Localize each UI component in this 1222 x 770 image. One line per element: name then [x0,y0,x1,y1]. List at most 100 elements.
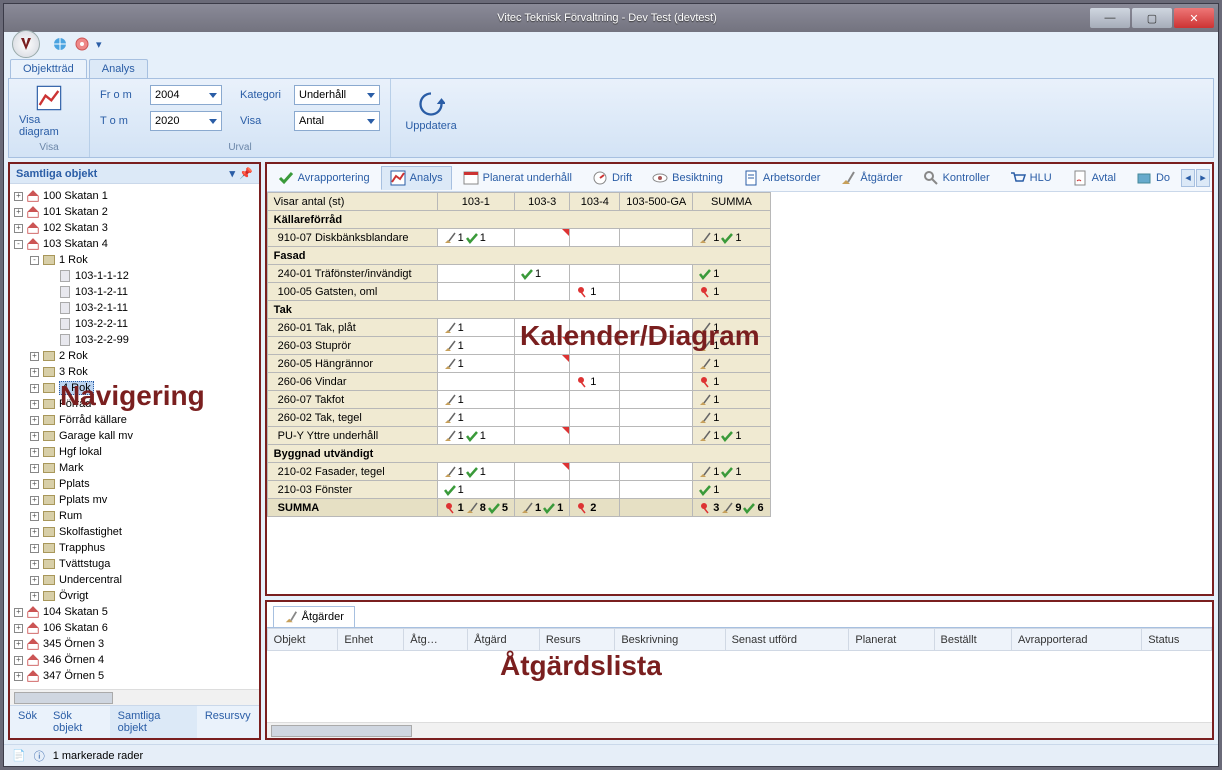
tab-dokument[interactable]: Do [1127,166,1179,190]
grid-cell[interactable] [515,355,570,373]
tab-samtliga[interactable]: Samtliga objekt [110,706,197,738]
analysis-grid[interactable]: Visar antal (st)103-1103-3103-4103-500-G… [267,192,771,517]
chevron-down-icon[interactable]: ▾ [229,167,235,180]
tab-hlu[interactable]: HLU [1001,166,1061,190]
grid-col-header[interactable]: 103-500-GA [620,193,693,211]
object-tree[interactable]: +100 Skatan 1+101 Skatan 2+102 Skatan 3-… [10,184,259,689]
tab-resursvy[interactable]: Resursvy [197,706,259,738]
grid-cell[interactable]: 1 [570,373,620,391]
grid-cell[interactable] [570,355,620,373]
grid-group-header[interactable]: Källareförråd [267,211,770,229]
horizontal-scrollbar[interactable] [10,689,259,705]
grid-cell[interactable] [570,481,620,499]
actions-scrollbar[interactable] [267,722,1212,738]
grid-cell[interactable] [515,373,570,391]
grid-cell[interactable] [570,427,620,445]
grid-row-label[interactable]: 210-02 Fasader, tegel [267,463,437,481]
grid-row-label[interactable]: 260-01 Tak, plåt [267,319,437,337]
maximize-button[interactable]: ▢ [1132,8,1172,28]
qat-dropdown-icon[interactable]: ▾ [96,38,102,51]
expander-icon[interactable]: + [30,592,39,601]
grid-row-label[interactable]: 260-03 Stuprör [267,337,437,355]
tab-drift[interactable]: Drift [583,166,641,190]
uppdatera-button[interactable]: Uppdatera [401,83,461,139]
tree-item[interactable]: +Mark [30,460,259,476]
tree-item[interactable]: +104 Skatan 5 [14,604,259,620]
grid-cell[interactable] [620,427,693,445]
grid-row-label[interactable]: 100-05 Gatsten, oml [267,283,437,301]
action-col-header[interactable]: Resurs [539,629,615,651]
scroll-left-button[interactable]: ◂ [1181,169,1195,187]
expander-icon[interactable]: - [14,240,23,249]
action-col-header[interactable]: Åtgärd [468,629,540,651]
tab-analys[interactable]: Analys [89,59,148,78]
expander-icon[interactable]: + [30,352,39,361]
pin-icon[interactable]: 📌 [239,167,253,180]
grid-cell[interactable]: 1 [437,409,514,427]
grid-cell[interactable] [620,355,693,373]
tree-item[interactable]: +Pplats mv [30,492,259,508]
expander-icon[interactable]: + [30,496,39,505]
expander-icon[interactable]: + [30,368,39,377]
tree-item[interactable]: 103-1-1-12 [46,268,259,284]
grid-cell[interactable]: 1 [693,481,770,499]
grid-cell[interactable] [570,319,620,337]
grid-cell[interactable] [515,283,570,301]
grid-cell[interactable] [515,337,570,355]
visa-diagram-button[interactable]: Visa diagram [19,83,79,139]
kategori-select[interactable]: Underhåll [294,85,380,105]
grid-cell[interactable] [620,319,693,337]
grid-cell[interactable]: 11 [693,427,770,445]
tab-avtal[interactable]: Avtal [1063,166,1125,190]
grid-cell[interactable] [620,373,693,391]
tree-item[interactable]: +4 Rok [30,380,259,396]
grid-cell[interactable] [515,229,570,247]
tree-item[interactable]: +Förråd [30,396,259,412]
grid-cell[interactable] [570,391,620,409]
tab-planerat[interactable]: Planerat underhåll [454,166,581,190]
grid-cell[interactable] [437,373,514,391]
grid-row-label[interactable]: 240-01 Träfönster/invändigt [267,265,437,283]
tree-item[interactable]: +Övrigt [30,588,259,604]
tree-item[interactable]: +346 Örnen 4 [14,652,259,668]
action-col-header[interactable]: Beskrivning [615,629,725,651]
expander-icon[interactable]: + [30,416,39,425]
expander-icon[interactable]: + [30,464,39,473]
grid-cell[interactable]: 11 [437,463,514,481]
tree-item[interactable]: +Förråd källare [30,412,259,428]
expander-icon[interactable]: + [30,400,39,409]
tree-item[interactable]: +100 Skatan 1 [14,188,259,204]
minimize-button[interactable]: — [1090,8,1130,28]
grid-cell[interactable] [570,409,620,427]
scroll-right-button[interactable]: ▸ [1196,169,1210,187]
tree-item[interactable]: 103-1-2-11 [46,284,259,300]
from-year-select[interactable]: 2004 [150,85,222,105]
expander-icon[interactable]: + [14,224,23,233]
expander-icon[interactable]: + [30,384,39,393]
tree-item[interactable]: +3 Rok [30,364,259,380]
tree-item[interactable]: +102 Skatan 3 [14,220,259,236]
grid-cell[interactable] [620,265,693,283]
grid-cell[interactable]: 1 [437,481,514,499]
visa-select[interactable]: Antal [294,111,380,131]
tree-item[interactable]: +347 Örnen 5 [14,668,259,684]
expander-icon[interactable]: + [14,640,23,649]
grid-cell[interactable]: 11 [437,229,514,247]
grid-cell[interactable]: 1 [693,391,770,409]
grid-cell[interactable]: 1 [693,409,770,427]
grid-row-label[interactable]: 910-07 Diskbänksblandare [267,229,437,247]
grid-cell[interactable] [437,283,514,301]
tree-item[interactable]: +Trapphus [30,540,259,556]
grid-cell[interactable] [620,391,693,409]
grid-cell[interactable]: 1 [515,265,570,283]
grid-row-label[interactable]: 260-05 Hängrännor [267,355,437,373]
action-col-header[interactable]: Beställt [934,629,1011,651]
expander-icon[interactable]: + [14,208,23,217]
tree-item[interactable]: +Skolfastighet [30,524,259,540]
to-year-select[interactable]: 2020 [150,111,222,131]
tab-analys-main[interactable]: Analys [381,166,452,190]
grid-cell[interactable] [515,481,570,499]
action-col-header[interactable]: Enhet [338,629,404,651]
grid-cell[interactable] [515,319,570,337]
expander-icon[interactable]: + [30,560,39,569]
